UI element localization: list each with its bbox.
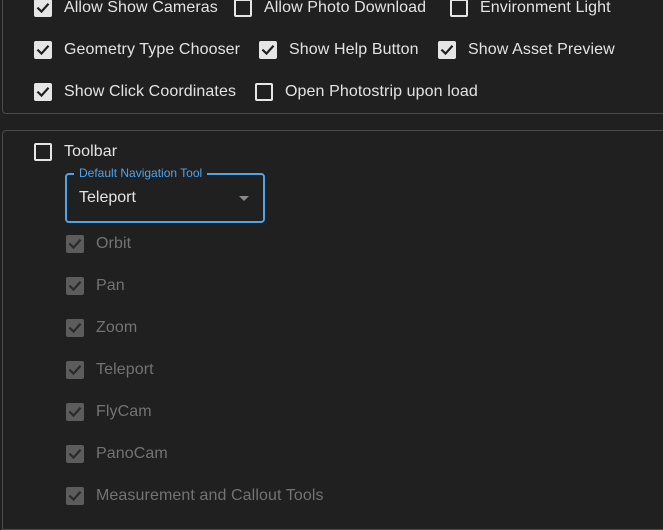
- show-help-button-option[interactable]: Show Help Button: [259, 38, 419, 62]
- panocam-checkbox[interactable]: [66, 445, 84, 463]
- checkmark-icon: [68, 239, 82, 250]
- orbit-checkbox[interactable]: [66, 235, 84, 253]
- show-help-button-label: Show Help Button: [289, 41, 419, 58]
- measurement-checkbox[interactable]: [66, 487, 84, 505]
- open-photostrip-option[interactable]: Open Photostrip upon load: [255, 80, 478, 104]
- open-photostrip-checkbox[interactable]: [255, 83, 273, 101]
- show-click-coordinates-checkbox[interactable]: [34, 83, 52, 101]
- panocam-label: PanoCam: [96, 445, 168, 462]
- checkmark-icon: [36, 3, 50, 14]
- tool-option-teleport[interactable]: Teleport: [66, 358, 154, 382]
- teleport-label: Teleport: [96, 361, 154, 378]
- toolbar-option[interactable]: Toolbar: [34, 140, 117, 164]
- show-click-coordinates-option[interactable]: Show Click Coordinates: [34, 80, 236, 104]
- checkmark-icon: [68, 365, 82, 376]
- measurement-label: Measurement and Callout Tools: [96, 487, 324, 504]
- tool-option-orbit[interactable]: Orbit: [66, 232, 131, 256]
- default-navigation-tool-legend: Default Navigation Tool: [74, 166, 208, 180]
- default-navigation-tool-select[interactable]: Teleport: [65, 173, 265, 223]
- allow-photo-download-checkbox[interactable]: [234, 0, 252, 17]
- allow-photo-download-label: Allow Photo Download: [264, 0, 427, 16]
- caret-down-icon: [239, 196, 249, 201]
- tool-option-measurement[interactable]: Measurement and Callout Tools: [66, 484, 324, 508]
- flycam-checkbox[interactable]: [66, 403, 84, 421]
- tool-option-panocam[interactable]: PanoCam: [66, 442, 168, 466]
- checkmark-icon: [68, 281, 82, 292]
- tool-option-pan[interactable]: Pan: [66, 274, 125, 298]
- checkmark-icon: [68, 449, 82, 460]
- environment-light-checkbox[interactable]: [450, 0, 468, 17]
- checkmark-icon: [440, 45, 454, 56]
- checkmark-icon: [261, 45, 275, 56]
- pan-label: Pan: [96, 277, 125, 294]
- zoom-checkbox[interactable]: [66, 319, 84, 337]
- show-help-button-checkbox[interactable]: [259, 41, 277, 59]
- allow-show-cameras-label: Allow Show Cameras: [64, 0, 218, 16]
- tool-option-zoom[interactable]: Zoom: [66, 316, 137, 340]
- toolbar-checkbox[interactable]: [34, 143, 52, 161]
- checkmark-icon: [36, 87, 50, 98]
- checkmark-icon: [68, 407, 82, 418]
- checkmark-icon: [68, 491, 82, 502]
- flycam-label: FlyCam: [96, 403, 152, 420]
- checkmark-icon: [36, 45, 50, 56]
- teleport-checkbox[interactable]: [66, 361, 84, 379]
- toolbar-label: Toolbar: [64, 143, 118, 160]
- geometry-type-chooser-checkbox[interactable]: [34, 41, 52, 59]
- orbit-label: Orbit: [96, 235, 132, 252]
- default-navigation-tool-value: Teleport: [79, 189, 136, 206]
- show-click-coordinates-label: Show Click Coordinates: [64, 83, 237, 100]
- show-asset-preview-option[interactable]: Show Asset Preview: [438, 38, 615, 62]
- tool-option-flycam[interactable]: FlyCam: [66, 400, 152, 424]
- geometry-type-chooser-option[interactable]: Geometry Type Chooser: [34, 38, 240, 62]
- zoom-label: Zoom: [96, 319, 138, 336]
- open-photostrip-label: Open Photostrip upon load: [285, 83, 478, 100]
- allow-photo-download-option[interactable]: Allow Photo Download: [234, 0, 426, 20]
- environment-light-option[interactable]: Environment Light: [450, 0, 611, 20]
- show-asset-preview-label: Show Asset Preview: [468, 41, 615, 58]
- checkmark-icon: [68, 323, 82, 334]
- environment-light-label: Environment Light: [480, 0, 611, 16]
- allow-show-cameras-checkbox[interactable]: [34, 0, 52, 17]
- show-asset-preview-checkbox[interactable]: [438, 41, 456, 59]
- geometry-type-chooser-label: Geometry Type Chooser: [64, 41, 241, 58]
- allow-show-cameras-option[interactable]: Allow Show Cameras: [34, 0, 218, 20]
- pan-checkbox[interactable]: [66, 277, 84, 295]
